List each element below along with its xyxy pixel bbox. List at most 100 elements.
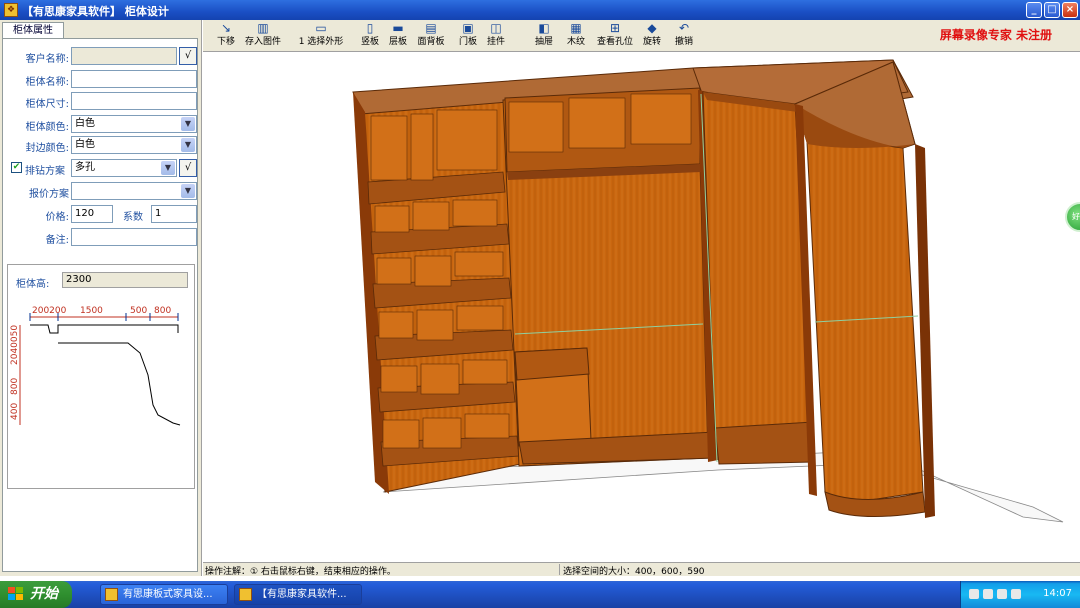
- tool-hardware[interactable]: ◫ 挂件: [485, 21, 507, 51]
- hole-plan-ok-button[interactable]: √: [179, 159, 197, 177]
- tray-icon[interactable]: [983, 589, 993, 599]
- outline-preview: 柜体高: 2300 200200 1500 500 800 2040050 80…: [7, 264, 195, 489]
- chevron-down-icon[interactable]: ▼: [181, 117, 195, 131]
- network-icon[interactable]: [1011, 589, 1021, 599]
- app-icon: [105, 588, 118, 601]
- tool-vertical-panel[interactable]: ▯ 竖板: [359, 21, 381, 51]
- status-separator: [559, 564, 560, 575]
- outline-icon: ▭: [315, 21, 327, 35]
- tool-save-part[interactable]: ▥ 存入图件: [243, 21, 283, 51]
- price-plan-label: 报价方案: [29, 189, 69, 200]
- chevron-down-icon[interactable]: ▼: [181, 184, 195, 198]
- cabinet-size-input[interactable]: [71, 92, 197, 110]
- row-cabinet-color: 柜体颜色: 白色 ▼: [3, 115, 199, 133]
- dim-top-1: 200200: [32, 306, 67, 316]
- hole-plan-checkbox[interactable]: ✔: [11, 162, 22, 173]
- start-label: 开始: [30, 586, 58, 602]
- windows-logo-icon: [8, 587, 23, 600]
- app-icon: [239, 588, 252, 601]
- hole-plan-label: 排钻方案: [25, 166, 65, 177]
- dim-side-3: 400: [10, 403, 20, 420]
- cabinet-3d-view[interactable]: [203, 52, 1080, 562]
- tool-holes[interactable]: ⊞ 查看孔位: [595, 21, 635, 51]
- price-plan-select[interactable]: ▼: [71, 182, 197, 200]
- tool-rotate[interactable]: ◆ 旋转: [641, 21, 663, 51]
- taskbar: 开始 有思康板式家具设... 【有思康家具软件... 14:07: [0, 581, 1080, 608]
- hardware-icon: ◫: [490, 21, 502, 35]
- clock: 14:07: [1043, 588, 1072, 599]
- main-toolbar: ↘ 下移 ▥ 存入图件 ▭ 1 选择外形 ▯ 竖板 ▬ 层板 ▤ 面背板 ▣ 门板 ◫ 挂件 ◧…: [203, 20, 1080, 52]
- cabinet-height-input[interactable]: 2300: [62, 272, 188, 288]
- dim-top-3: 500: [130, 306, 147, 316]
- cabinet-color-select[interactable]: 白色 ▼: [71, 115, 197, 133]
- taskbar-item-furniture-software[interactable]: 【有思康家具软件...: [234, 584, 362, 605]
- edge-color-value: 白色: [75, 139, 95, 150]
- property-panel: 柜体属性 客户名称: √ 柜体名称: 柜体尺寸: 柜体颜色: 白色 ▼ 封边颜色:…: [0, 20, 202, 576]
- cabinet-name-label: 柜体名称:: [25, 77, 69, 88]
- start-button[interactable]: 开始: [0, 581, 72, 608]
- customer-name-input[interactable]: [71, 47, 177, 65]
- door-icon: ▣: [462, 21, 474, 35]
- dim-top-4: 800: [154, 306, 171, 316]
- cabinet-height-label: 柜体高:: [16, 279, 50, 290]
- edge-color-select[interactable]: 白色 ▼: [71, 136, 197, 154]
- row-hole-plan: ✔ 排钻方案 多孔 ▼ √: [3, 159, 199, 177]
- outline-drawing: 200200 1500 500 800 2040050 800 400: [10, 306, 181, 426]
- shelf-icon: ▬: [392, 21, 404, 35]
- hole-plan-value: 多孔: [75, 162, 95, 173]
- edge-color-label: 封边颜色:: [25, 143, 69, 154]
- tool-wood[interactable]: ▦ 木纹: [565, 21, 587, 51]
- arrow-down-right-icon: ↘: [220, 21, 232, 35]
- note-input[interactable]: [71, 228, 197, 246]
- dim-side-1: 2040050: [10, 325, 20, 365]
- row-cabinet-size: 柜体尺寸:: [3, 92, 199, 110]
- row-edge-color: 封边颜色: 白色 ▼: [3, 136, 199, 154]
- hole-plan-select[interactable]: 多孔 ▼: [71, 159, 177, 177]
- tool-select-outline[interactable]: ▭ 1 选择外形: [295, 21, 347, 51]
- dim-side-2: 800: [10, 378, 20, 395]
- watermark-brand: 屏幕录像专家 未注册: [939, 28, 1052, 42]
- undo-icon: ↶: [678, 21, 690, 35]
- minimize-button[interactable]: _: [1026, 2, 1042, 18]
- cabinet-color-label: 柜体颜色:: [25, 122, 69, 133]
- status-bar: 操作注解：① 右击鼠标右键，结束相应的操作。 选择空间的大小：400，600，5…: [203, 562, 1080, 577]
- save-part-icon: ▥: [257, 21, 269, 35]
- cabinet-color-value: 白色: [75, 118, 95, 129]
- dim-top-2: 1500: [80, 306, 103, 316]
- row-customer-name: 客户名称: √: [3, 47, 199, 65]
- cabinet-name-input[interactable]: [71, 70, 197, 88]
- tool-horizontal-panel[interactable]: ▬ 层板: [387, 21, 409, 51]
- chevron-down-icon[interactable]: ▼: [181, 138, 195, 152]
- tool-undo[interactable]: ↶ 撤销: [673, 21, 695, 51]
- status-selection-size: 选择空间的大小：400，600，590: [563, 567, 705, 577]
- tab-cabinet-properties[interactable]: 柜体属性: [2, 22, 64, 39]
- cabinet-size-label: 柜体尺寸:: [25, 99, 69, 110]
- vertical-panel-icon: ▯: [366, 21, 374, 35]
- taskbar-item-furniture-designer[interactable]: 有思康板式家具设...: [100, 584, 228, 605]
- price-input[interactable]: 120: [71, 205, 113, 223]
- rotate-icon: ◆: [647, 21, 657, 35]
- tool-down[interactable]: ↘ 下移: [215, 21, 237, 51]
- row-cabinet-name: 柜体名称:: [3, 70, 199, 88]
- volume-icon[interactable]: [997, 589, 1007, 599]
- drawer-icon: ◧: [538, 21, 550, 35]
- coefficient-label: 系数: [123, 212, 143, 223]
- tool-back-panel[interactable]: ▤ 面背板: [415, 21, 447, 51]
- system-tray: 14:07: [960, 581, 1080, 608]
- tool-drawer[interactable]: ◧ 抽屉: [533, 21, 555, 51]
- maximize-button[interactable]: □: [1044, 2, 1060, 18]
- chevron-down-icon[interactable]: ▼: [161, 161, 175, 175]
- customer-name-label: 客户名称:: [25, 54, 69, 65]
- coefficient-input[interactable]: 1: [151, 205, 197, 223]
- close-button[interactable]: ×: [1062, 2, 1078, 18]
- note-label: 备注:: [45, 235, 69, 246]
- price-label: 价格:: [45, 212, 69, 223]
- tray-icon[interactable]: [969, 589, 979, 599]
- design-canvas[interactable]: 好评: [203, 52, 1080, 562]
- row-price: 价格: 120 系数 1: [3, 205, 199, 223]
- property-form: 客户名称: √ 柜体名称: 柜体尺寸: 柜体颜色: 白色 ▼ 封边颜色: 白色 ▼ …: [2, 38, 198, 572]
- customer-name-ok-button[interactable]: √: [179, 47, 197, 65]
- tool-door-panel[interactable]: ▣ 门板: [457, 21, 479, 51]
- hole-grid-icon: ⊞: [609, 21, 621, 35]
- wood-grain-icon: ▦: [570, 21, 582, 35]
